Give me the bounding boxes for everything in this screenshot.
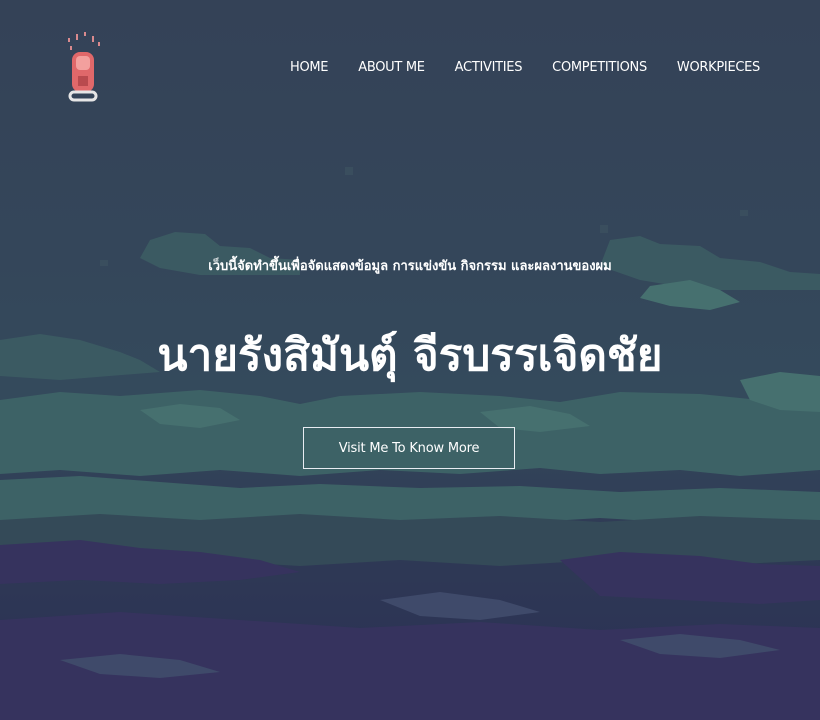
nav-competitions-link[interactable]: COMPETITIONS bbox=[552, 60, 647, 75]
pixel-rocket-icon[interactable] bbox=[62, 30, 106, 106]
nav-activities-link[interactable]: ACTIVITIES bbox=[455, 60, 523, 75]
nav-workpieces-link[interactable]: WORKPIECES bbox=[677, 60, 760, 75]
main-nav: HOME ABOUT ME ACTIVITIES COMPETITIONS WO… bbox=[260, 60, 760, 75]
hero-section: เว็บนี้จัดทำขึ้นเพื่อจัดแสดงข้อมูล การแข… bbox=[0, 255, 820, 390]
navbar: HOME ABOUT ME ACTIVITIES COMPETITIONS WO… bbox=[0, 0, 820, 140]
purple-clouds bbox=[0, 540, 820, 720]
hero-subtitle: เว็บนี้จัดทำขึ้นเพื่อจัดแสดงข้อมูล การแข… bbox=[208, 259, 612, 274]
page: HOME ABOUT ME ACTIVITIES COMPETITIONS WO… bbox=[0, 0, 820, 720]
nav-home-link[interactable]: HOME bbox=[290, 60, 329, 75]
visit-me-button[interactable]: Visit Me To Know More bbox=[303, 427, 515, 469]
nav-about-me-link[interactable]: ABOUT ME bbox=[358, 60, 425, 75]
hero-title: นายรังสิมันต์ุ จีรบรรเจิดชัย bbox=[157, 330, 663, 381]
